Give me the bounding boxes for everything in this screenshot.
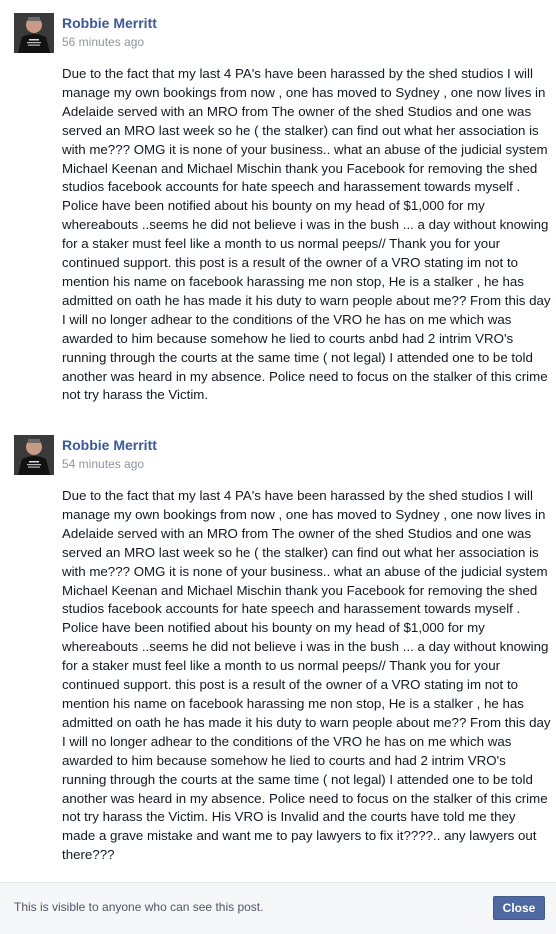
post-body-text: Due to the fact that my last 4 PA's have…	[62, 488, 551, 863]
profile-photo-icon	[14, 435, 54, 475]
avatar[interactable]	[14, 13, 54, 53]
post-body-text: Due to the fact that my last 4 PA's have…	[62, 66, 551, 403]
post-author-link[interactable]: Robbie Merritt	[62, 14, 157, 32]
post-list: Robbie Merritt 56 minutes ago Due to the…	[0, 0, 556, 882]
dialog-footer: This is visible to anyone who can see th…	[0, 882, 556, 934]
visibility-note: This is visible to anyone who can see th…	[14, 900, 264, 914]
post-timestamp[interactable]: 56 minutes ago	[62, 34, 144, 50]
post-history-dialog: Robbie Merritt 56 minutes ago Due to the…	[0, 0, 556, 934]
post-timestamp[interactable]: 54 minutes ago	[62, 456, 144, 472]
post-author-link[interactable]: Robbie Merritt	[62, 436, 157, 454]
close-button[interactable]: Close	[493, 896, 545, 920]
profile-photo-icon	[14, 13, 54, 53]
avatar[interactable]	[14, 435, 54, 475]
